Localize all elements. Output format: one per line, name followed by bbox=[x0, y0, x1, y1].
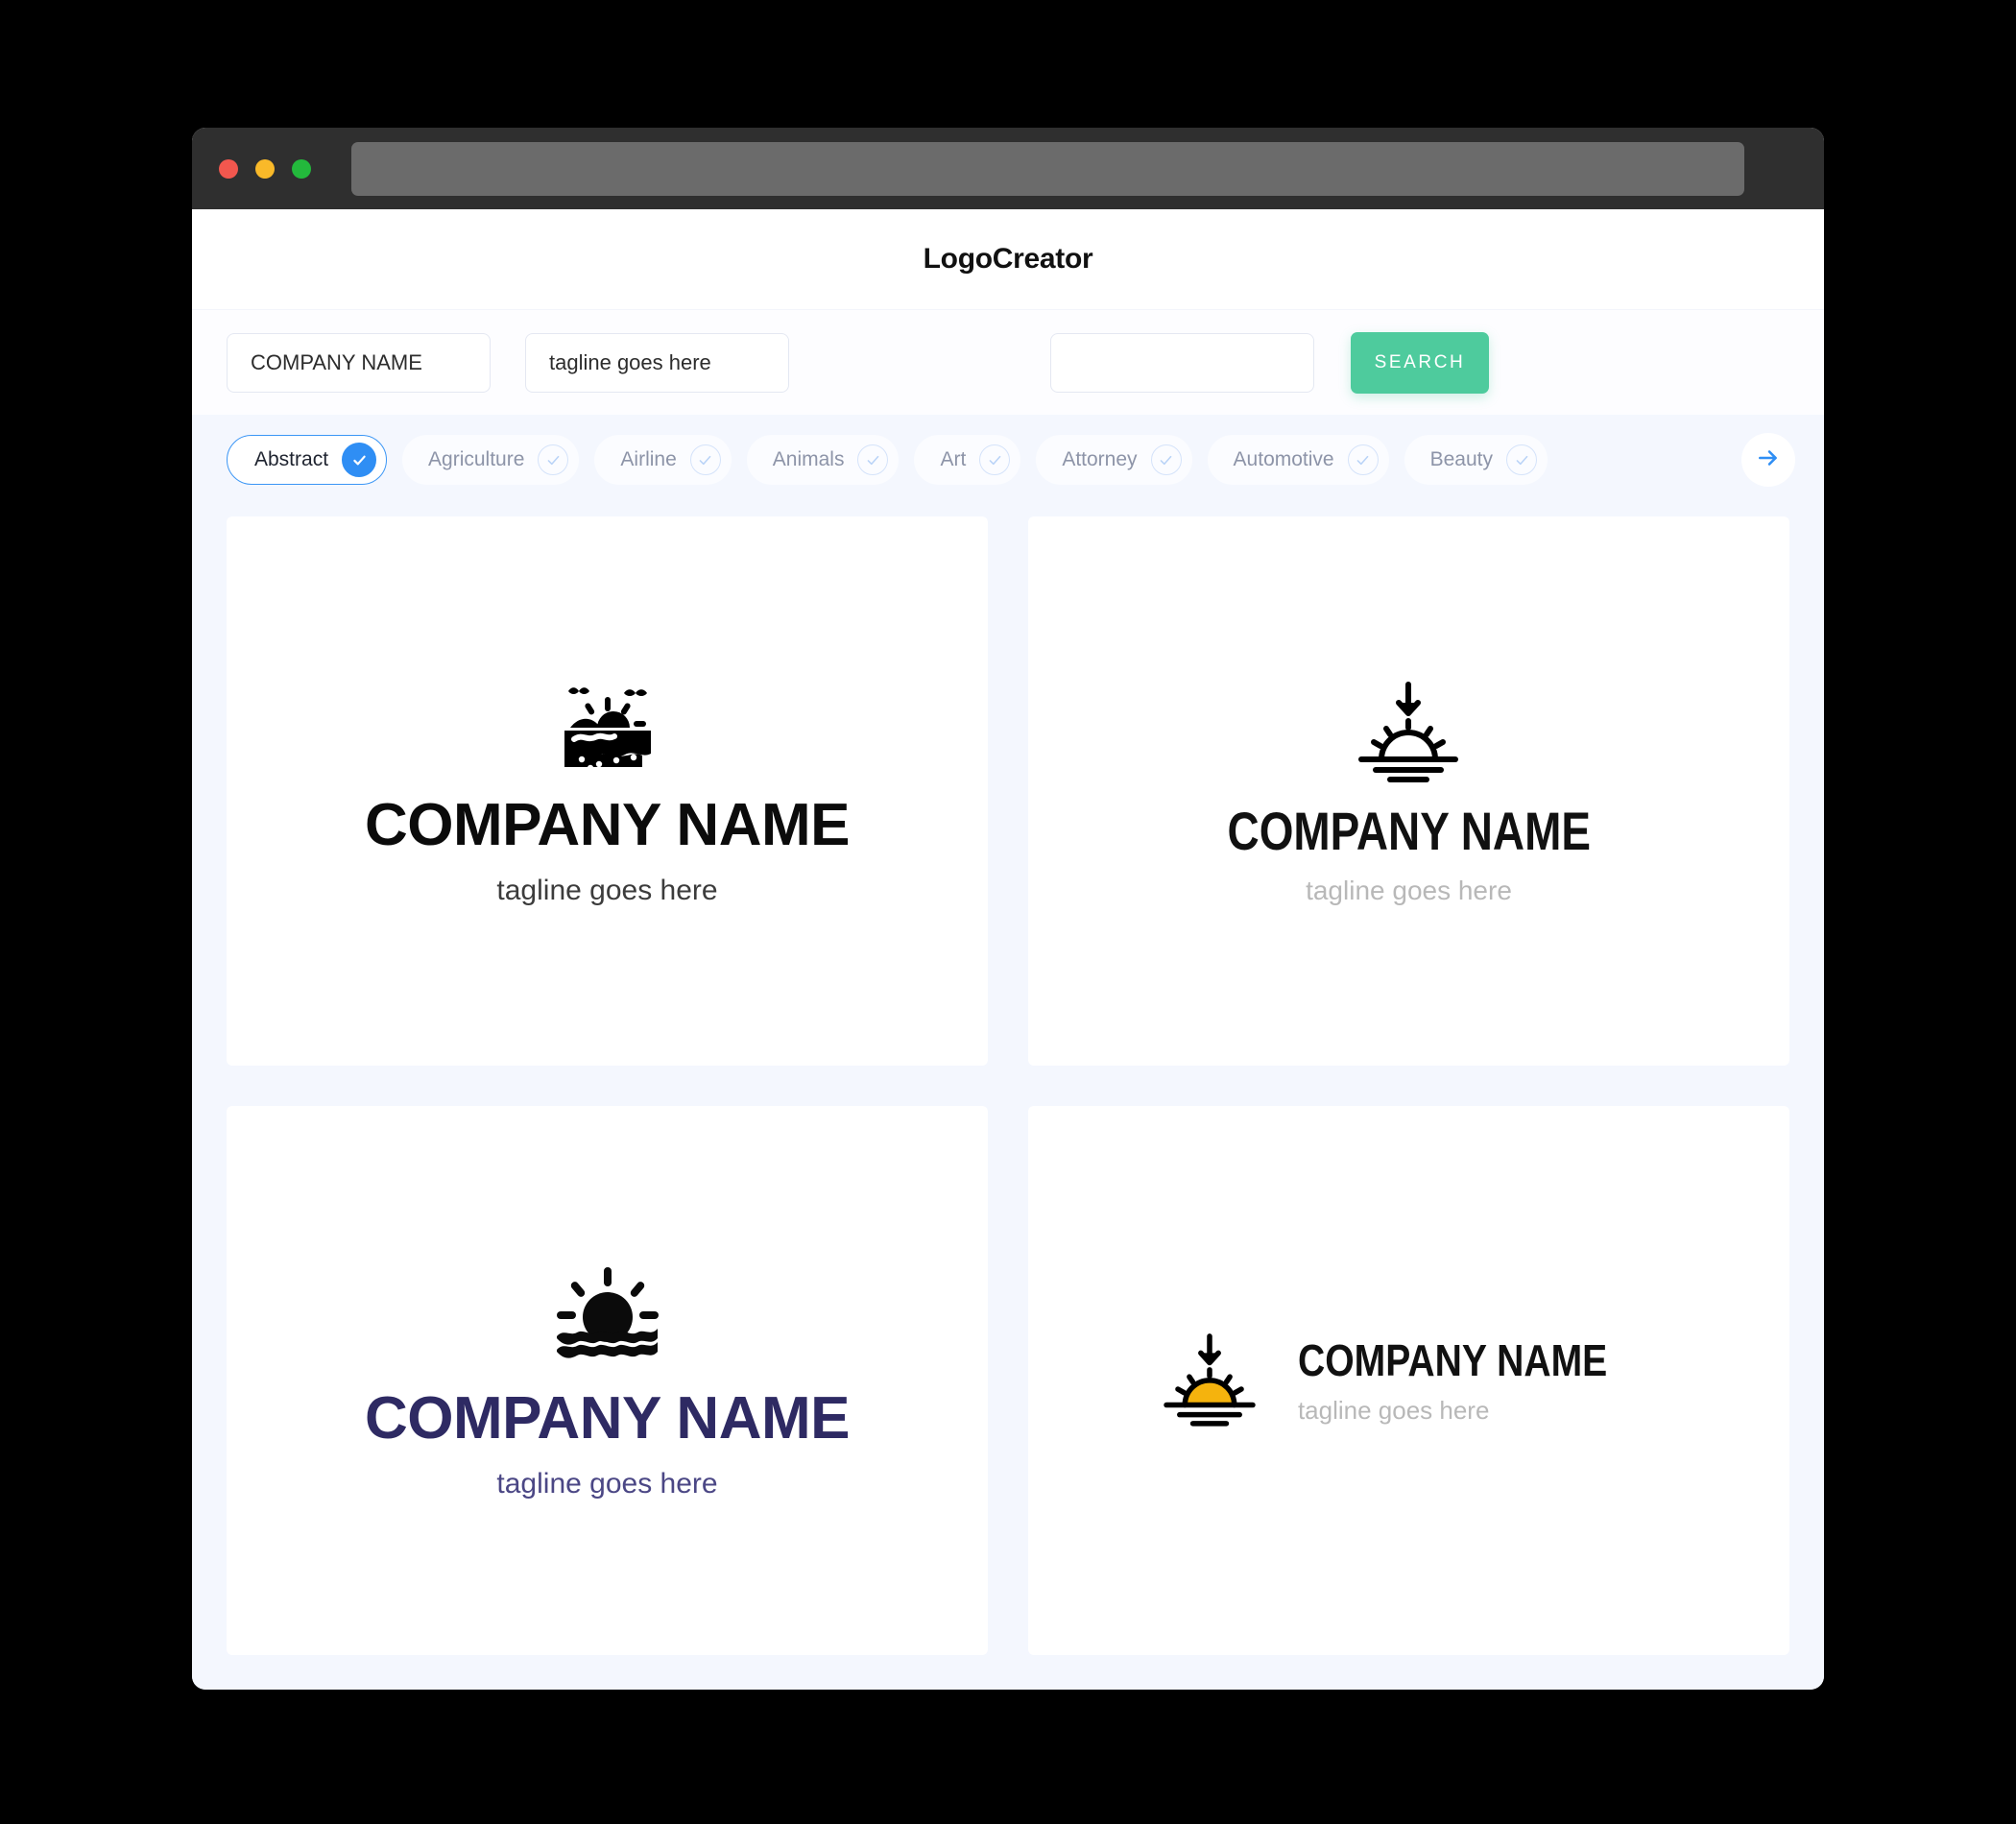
logo-results-grid: COMPANY NAME tagline goes here COMPANY N… bbox=[192, 505, 1824, 1690]
logo-company-name: COMPANY NAME bbox=[1297, 1335, 1608, 1385]
category-pill-attorney[interactable]: Attorney bbox=[1036, 435, 1192, 485]
logo-company-name: COMPANY NAME bbox=[365, 791, 850, 858]
category-label: Automotive bbox=[1233, 448, 1334, 470]
browser-titlebar bbox=[192, 128, 1824, 209]
category-filter-bar: Abstract Agriculture Airline Animals Art bbox=[192, 415, 1824, 505]
logo-card[interactable]: COMPANY NAME tagline goes here bbox=[1028, 516, 1789, 1066]
logo-preview: COMPANY NAME tagline goes here bbox=[1156, 1331, 1662, 1431]
check-icon bbox=[979, 444, 1011, 475]
close-window-button[interactable] bbox=[219, 158, 238, 179]
category-label: Abstract bbox=[254, 448, 329, 470]
logo-preview: COMPANY NAME tagline goes here bbox=[1188, 679, 1631, 904]
check-icon bbox=[1150, 444, 1182, 475]
company-name-value: COMPANY NAME bbox=[251, 349, 422, 374]
category-label: Art bbox=[940, 448, 967, 470]
logo-tagline: tagline goes here bbox=[1306, 875, 1512, 905]
logo-preview: COMPANY NAME tagline goes here bbox=[365, 1263, 850, 1499]
sunrise-hills-water-icon bbox=[555, 678, 660, 779]
logo-tagline: tagline goes here bbox=[1297, 1396, 1490, 1425]
category-pill-animals[interactable]: Animals bbox=[746, 435, 900, 485]
tagline-input[interactable]: tagline goes here bbox=[525, 332, 789, 393]
check-icon bbox=[1347, 444, 1379, 475]
category-label: Attorney bbox=[1062, 448, 1138, 470]
company-name-input[interactable]: COMPANY NAME bbox=[227, 332, 491, 393]
category-label: Animals bbox=[772, 448, 845, 470]
logo-card[interactable]: COMPANY NAME tagline goes here bbox=[227, 516, 988, 1066]
category-label: Agriculture bbox=[428, 448, 525, 470]
check-icon bbox=[857, 444, 889, 475]
arrow-down-sunset-lines-orange-icon bbox=[1156, 1331, 1263, 1431]
logo-preview: COMPANY NAME tagline goes here bbox=[365, 678, 850, 905]
maximize-window-button[interactable] bbox=[292, 158, 311, 179]
category-pill-art[interactable]: Art bbox=[914, 435, 1021, 485]
logo-company-name: COMPANY NAME bbox=[365, 1384, 850, 1452]
category-pill-beauty[interactable]: Beauty bbox=[1404, 435, 1548, 485]
keyword-input[interactable] bbox=[1050, 332, 1314, 393]
logo-tagline: tagline goes here bbox=[496, 1467, 718, 1500]
logo-text-block: COMPANY NAME tagline goes here bbox=[1298, 1338, 1662, 1423]
logo-tagline: tagline goes here bbox=[496, 874, 718, 906]
arrow-right-icon bbox=[1756, 445, 1781, 475]
next-categories-button[interactable] bbox=[1741, 433, 1795, 487]
category-pill-airline[interactable]: Airline bbox=[594, 435, 732, 485]
search-button[interactable]: SEARCH bbox=[1351, 331, 1489, 394]
check-icon bbox=[342, 443, 377, 477]
category-pill-abstract[interactable]: Abstract bbox=[227, 435, 388, 485]
traffic-lights bbox=[219, 158, 311, 179]
arrow-down-sunset-lines-icon bbox=[1350, 679, 1467, 787]
category-pill-automotive[interactable]: Automotive bbox=[1207, 435, 1389, 485]
sun-waves-icon bbox=[551, 1263, 664, 1372]
app-header: LogoCreator bbox=[192, 209, 1824, 309]
category-pill-agriculture[interactable]: Agriculture bbox=[402, 435, 580, 485]
check-icon bbox=[538, 444, 569, 475]
category-label: Beauty bbox=[1429, 448, 1493, 470]
logo-company-name: COMPANY NAME bbox=[1227, 800, 1591, 861]
category-label: Airline bbox=[620, 448, 677, 470]
logo-card[interactable]: COMPANY NAME tagline goes here bbox=[227, 1106, 988, 1655]
check-icon bbox=[1506, 444, 1537, 475]
check-icon bbox=[689, 444, 721, 475]
url-bar[interactable] bbox=[351, 141, 1744, 196]
tagline-value: tagline goes here bbox=[549, 349, 711, 374]
page-title: LogoCreator bbox=[923, 243, 1093, 275]
minimize-window-button[interactable] bbox=[255, 158, 275, 179]
browser-window: LogoCreator COMPANY NAME tagline goes he… bbox=[192, 128, 1824, 1690]
search-toolbar: COMPANY NAME tagline goes here SEARCH bbox=[192, 309, 1824, 415]
logo-card[interactable]: COMPANY NAME tagline goes here bbox=[1028, 1106, 1789, 1655]
